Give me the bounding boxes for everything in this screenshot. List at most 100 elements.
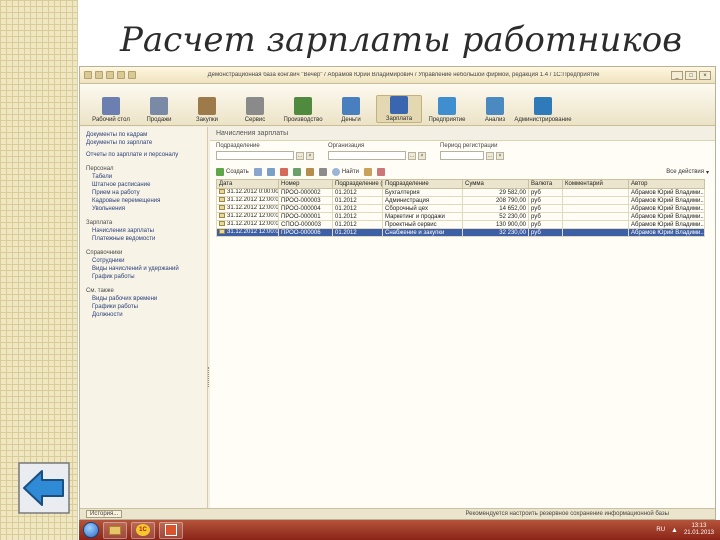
onec-taskbar-button[interactable]: 1С: [131, 521, 155, 539]
nav-item[interactable]: Прием на работу: [86, 189, 201, 197]
section-production[interactable]: Производство: [280, 97, 326, 123]
nav-item[interactable]: Графики работы: [86, 303, 201, 311]
column-header[interactable]: Комментарий: [562, 179, 629, 189]
organization-field[interactable]: [328, 151, 406, 160]
system-tray: RU ▲ 13:13 21.01.2013: [656, 523, 720, 537]
clock[interactable]: 13:13 21.01.2013: [684, 523, 714, 537]
nav-item[interactable]: Начисления зарплаты: [86, 227, 201, 235]
column-header[interactable]: Сумма: [462, 179, 529, 189]
quick-access-toolbar: [84, 71, 136, 79]
clear-button[interactable]: ×: [418, 151, 426, 160]
money-icon: [342, 97, 360, 115]
clear-button[interactable]: ×: [496, 151, 504, 160]
nav-link-hr-docs[interactable]: Документы по кадрам: [86, 131, 201, 139]
column-header[interactable]: Подразделение: [382, 179, 463, 189]
section-salary[interactable]: Зарплата: [376, 95, 422, 123]
copy-icon[interactable]: [253, 168, 262, 176]
table-row[interactable]: 31.12.2012 12:00:00 ПРОО-000004 01.2012 Сбо…: [216, 204, 705, 213]
filter-period: Период регистрации … ×: [440, 143, 504, 163]
powerpoint-icon: [165, 524, 177, 536]
section-service[interactable]: Сервис: [232, 97, 278, 123]
close-button[interactable]: ×: [699, 70, 711, 80]
column-header[interactable]: Номер: [278, 179, 333, 189]
nav-item[interactable]: Кадровые перемещения: [86, 197, 201, 205]
table-row[interactable]: 31.12.2012 12:00:00 ПРОО-000003 01.2012 Адм…: [216, 196, 705, 205]
all-actions-button[interactable]: Все действия ▾: [666, 169, 709, 176]
table-row[interactable]: 31.12.2012 12:00:00 ПРОО-000001 01.2012 Мар…: [216, 212, 705, 221]
app-menu-icon[interactable]: [84, 71, 92, 79]
column-header[interactable]: Валюта: [528, 179, 563, 189]
nav-item[interactable]: График работы: [86, 273, 201, 281]
column-header[interactable]: Подразделение (кадровое): [332, 179, 383, 189]
column-header[interactable]: Автор: [628, 179, 705, 189]
nav-item[interactable]: Увольнения: [86, 205, 201, 213]
section-sales[interactable]: Продажи: [136, 97, 182, 123]
nav-link-salary-docs[interactable]: Документы по зарплате: [86, 139, 201, 147]
back-nav-icon[interactable]: [95, 71, 103, 79]
period-field[interactable]: [440, 151, 484, 160]
cell-cur: руб: [528, 212, 563, 221]
section-purchases[interactable]: Закупки: [184, 97, 230, 123]
filter-icon[interactable]: [318, 168, 327, 176]
select-button[interactable]: …: [408, 151, 416, 160]
cancel-search-icon[interactable]: [363, 168, 372, 176]
cell-text: 32 230,00: [499, 229, 526, 236]
desktop-icon: [102, 97, 120, 115]
nav-link-reports[interactable]: Отчеты по зарплате и персоналу: [86, 151, 201, 159]
maximize-button[interactable]: □: [685, 70, 697, 80]
section-admin[interactable]: Администрирование: [514, 97, 572, 123]
minimize-button[interactable]: _: [671, 70, 683, 80]
home-icon[interactable]: [117, 71, 125, 79]
admin-icon: [534, 97, 552, 115]
cell-text: Маркетинг и продажи: [385, 213, 445, 220]
language-indicator[interactable]: RU: [656, 527, 665, 533]
cell-text: руб: [531, 189, 541, 196]
nav-item[interactable]: Сотрудники: [86, 257, 201, 265]
report-icon[interactable]: [376, 168, 385, 176]
unpost-icon[interactable]: [305, 168, 314, 176]
edit-icon[interactable]: [266, 168, 275, 176]
status-note[interactable]: Рекомендуется настроить резервное сохран…: [465, 511, 669, 517]
back-arrow-icon[interactable]: [18, 462, 70, 514]
nav-item[interactable]: Должности: [86, 311, 201, 319]
section-desktop[interactable]: Рабочий стол: [88, 97, 134, 123]
cell-comment: [562, 220, 629, 229]
cell-text: 01.2012: [335, 213, 357, 220]
network-icon[interactable]: ▲: [671, 527, 678, 534]
forward-nav-icon[interactable]: [106, 71, 114, 79]
history-button[interactable]: История...: [86, 510, 123, 518]
section-money[interactable]: Деньги: [328, 97, 374, 123]
post-icon[interactable]: [292, 168, 301, 176]
powerpoint-taskbar-button[interactable]: [159, 521, 183, 539]
clear-button[interactable]: ×: [306, 151, 314, 160]
cell-text: 01.2012: [335, 205, 357, 212]
explorer-taskbar-button[interactable]: [103, 521, 127, 539]
nav-item[interactable]: Штатное расписание: [86, 181, 201, 189]
nav-item[interactable]: Виды рабочих времени: [86, 295, 201, 303]
nav-item[interactable]: Табели: [86, 173, 201, 181]
document-icon: [219, 221, 225, 227]
table-row[interactable]: 31.12.2012 12:00:00 ПРОО-000006 01.2012 Сна…: [216, 228, 705, 237]
table-row[interactable]: 31.12.2012 12:00:00 СПОО-000003 01.2012 Про…: [216, 220, 705, 229]
salary-icon: [390, 96, 408, 114]
section-enterprise[interactable]: Предприятие: [424, 97, 470, 123]
start-button[interactable]: [83, 522, 99, 538]
column-header[interactable]: Дата: [216, 179, 279, 189]
department-field[interactable]: [216, 151, 294, 160]
select-button[interactable]: …: [296, 151, 304, 160]
document-icon: [219, 197, 225, 203]
history-icon[interactable]: [128, 71, 136, 79]
production-icon: [294, 97, 312, 115]
delete-icon[interactable]: [279, 168, 288, 176]
table-row[interactable]: 31.12.2012 0:00:00 ПРОО-000002 01.2012 Бухг…: [216, 188, 705, 197]
nav-item[interactable]: Платежные ведомости: [86, 235, 201, 243]
filter-department: Подразделение … ×: [216, 143, 314, 163]
section-analysis[interactable]: Анализ: [472, 97, 518, 123]
sales-icon: [150, 97, 168, 115]
document-icon: [219, 189, 225, 195]
folder-icon: [109, 525, 121, 535]
create-button[interactable]: Создать: [216, 168, 249, 176]
select-button[interactable]: …: [486, 151, 494, 160]
nav-item[interactable]: Виды начислений и удержаний: [86, 265, 201, 273]
find-button[interactable]: Найти: [331, 168, 359, 176]
